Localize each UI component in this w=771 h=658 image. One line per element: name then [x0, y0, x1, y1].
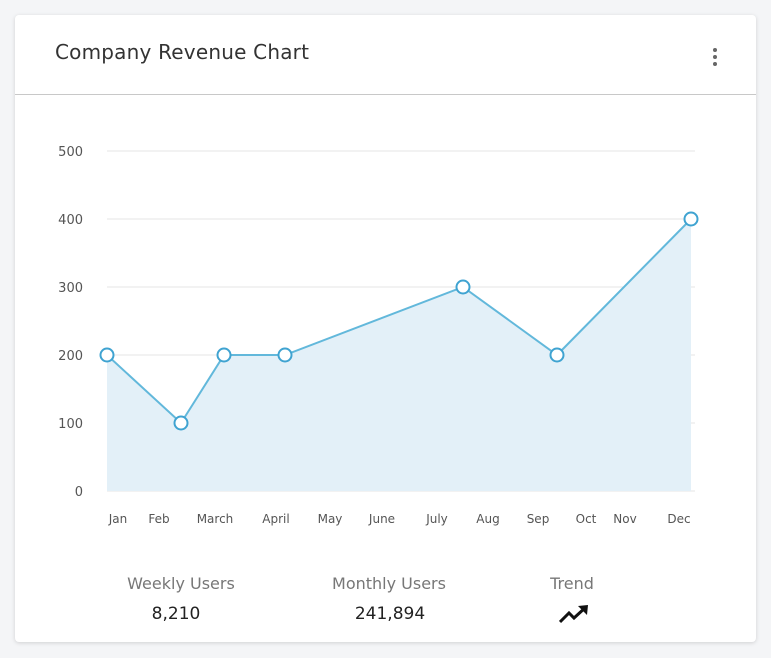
monthly-users-value: 241,894 — [354, 604, 426, 624]
x-tick-label: July — [425, 512, 448, 526]
monthly-users-label: Monthly Users — [332, 574, 446, 593]
data-point — [173, 415, 189, 431]
revenue-card: Company Revenue Chart 0 100 200 300 400 500 Ja… — [15, 15, 756, 642]
data-point — [216, 347, 232, 363]
y-tick-label: 500 — [58, 145, 83, 160]
data-point — [277, 347, 293, 363]
data-point — [99, 347, 115, 363]
y-tick-label: 100 — [58, 417, 83, 432]
trend-label: Trend — [550, 574, 594, 593]
x-tick-label: May — [318, 512, 343, 526]
y-tick-label: 200 — [58, 349, 83, 364]
x-tick-label: Aug — [476, 512, 499, 526]
data-point — [683, 211, 699, 227]
x-tick-label: Jan — [108, 512, 128, 526]
y-tick-label: 400 — [58, 213, 83, 228]
x-tick-label: Feb — [148, 512, 169, 526]
y-tick-label: 300 — [58, 281, 83, 296]
revenue-chart: 0 100 200 300 400 500 Jan Feb March April May June J… — [58, 145, 699, 526]
weekly-users-label: Weekly Users — [127, 574, 235, 593]
x-tick-label: Sep — [527, 512, 550, 526]
x-tick-label: April — [262, 512, 289, 526]
x-tick-label: March — [197, 512, 234, 526]
x-tick-label: Dec — [667, 512, 690, 526]
x-tick-label: Oct — [576, 512, 597, 526]
x-tick-label: June — [368, 512, 395, 526]
trending-up-icon — [559, 605, 588, 624]
weekly-users-value: 8,210 — [151, 604, 201, 624]
x-tick-label: Nov — [613, 512, 636, 526]
y-tick-label: 0 — [75, 485, 83, 500]
data-point — [455, 279, 471, 295]
data-point — [549, 347, 565, 363]
